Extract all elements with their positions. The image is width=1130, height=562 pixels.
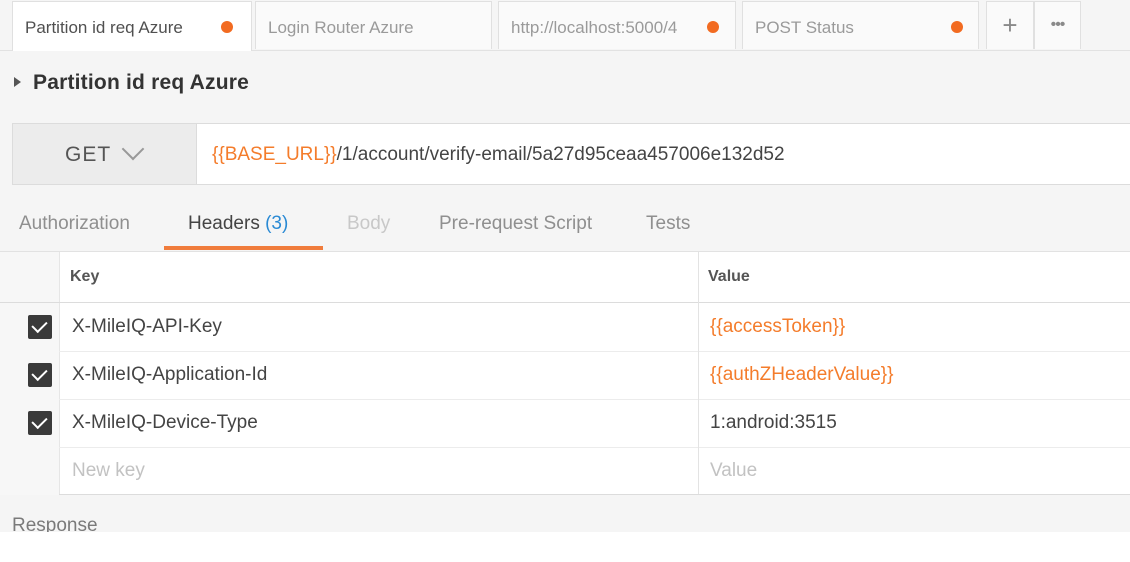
expand-caret-icon[interactable]: [14, 77, 21, 87]
header-key-input[interactable]: X-MileIQ-API-Key: [72, 316, 222, 338]
headers-count-badge: (3): [265, 213, 289, 234]
check-cell: [0, 303, 59, 351]
enable-header-checkbox[interactable]: [28, 411, 52, 435]
checkmark-icon: [31, 412, 48, 430]
plus-icon: +: [1002, 10, 1018, 40]
tab-pre-request-script[interactable]: Pre-request Script: [439, 213, 592, 235]
chevron-down-icon: [121, 137, 145, 161]
header-check-cell: [0, 252, 60, 302]
tab-body[interactable]: Body: [347, 213, 390, 235]
tab-login-router-azure[interactable]: Login Router Azure: [255, 1, 492, 49]
tab-headers[interactable]: Headers (3): [188, 213, 288, 235]
method-select[interactable]: GET: [13, 124, 197, 184]
request-title[interactable]: Partition id req Azure: [33, 71, 249, 95]
tab-authorization[interactable]: Authorization: [19, 213, 130, 235]
tab-label: Login Router Azure: [268, 18, 414, 37]
tab-headers-label: Headers: [188, 213, 260, 234]
headers-table: Key Value X-MileIQ-API-Key {{accessToken…: [0, 252, 1130, 495]
url-input[interactable]: {{BASE_URL}}/1/account/verify-email/5a27…: [212, 144, 785, 166]
unsaved-dot-icon: [221, 21, 233, 33]
tab-label: http://localhost:5000/4: [511, 18, 678, 37]
table-row: X-MileIQ-Device-Type 1:android:3515: [0, 399, 1130, 448]
checkmark-icon: [31, 364, 48, 382]
new-value-input[interactable]: Value: [710, 460, 757, 482]
url-variable: {{BASE_URL}}: [212, 144, 337, 165]
header-value-input[interactable]: {{accessToken}}: [710, 316, 845, 338]
response-heading: Response: [12, 515, 98, 532]
header-key-input[interactable]: X-MileIQ-Application-Id: [72, 364, 267, 386]
enable-header-checkbox[interactable]: [28, 363, 52, 387]
unsaved-dot-icon: [951, 21, 963, 33]
request-name-row: Partition id req Azure: [0, 50, 1130, 118]
header-value-input[interactable]: 1:android:3515: [710, 412, 837, 434]
check-cell: [0, 351, 59, 399]
check-cell: [0, 399, 59, 447]
response-section: Response: [0, 495, 1130, 532]
enable-header-checkbox[interactable]: [28, 315, 52, 339]
header-key-input[interactable]: X-MileIQ-Device-Type: [72, 412, 258, 434]
request-section-tabs: Authorization Headers (3) Body Pre-reque…: [0, 200, 1130, 252]
tab-post-status[interactable]: POST Status: [742, 1, 979, 49]
tab-label: Partition id req Azure: [25, 18, 183, 37]
check-cell: [0, 447, 59, 495]
url-bar: GET {{BASE_URL}}/1/account/verify-email/…: [12, 123, 1130, 185]
tab-options-button[interactable]: •••: [1034, 1, 1081, 49]
tab-partition-id-req-azure[interactable]: Partition id req Azure: [12, 1, 252, 51]
postman-app: Partition id req Azure Login Router Azur…: [0, 0, 1130, 532]
tab-tests[interactable]: Tests: [646, 213, 690, 235]
table-header-row: Key Value: [0, 252, 1130, 303]
tab-localhost[interactable]: http://localhost:5000/4: [498, 1, 736, 49]
key-column-header: Key: [70, 268, 100, 285]
tab-label: POST Status: [755, 18, 854, 37]
url-path: /1/account/verify-email/5a27d95ceaa45700…: [336, 144, 785, 165]
new-key-input[interactable]: New key: [72, 460, 145, 482]
method-label: GET: [65, 143, 112, 166]
new-tab-button[interactable]: +: [986, 1, 1034, 49]
checkmark-icon: [31, 316, 48, 334]
table-row: X-MileIQ-API-Key {{accessToken}}: [0, 303, 1130, 352]
table-row: X-MileIQ-Application-Id {{authZHeaderVal…: [0, 351, 1130, 400]
table-row-new: New key Value: [0, 447, 1130, 495]
header-value-input[interactable]: {{authZHeaderValue}}: [710, 364, 893, 386]
more-icon: •••: [1050, 16, 1066, 33]
value-column-header: Value: [708, 268, 750, 285]
unsaved-dot-icon: [707, 21, 719, 33]
column-divider: [698, 252, 699, 494]
request-tab-bar: Partition id req Azure Login Router Azur…: [0, 0, 1130, 51]
active-tab-underline: [164, 246, 323, 250]
